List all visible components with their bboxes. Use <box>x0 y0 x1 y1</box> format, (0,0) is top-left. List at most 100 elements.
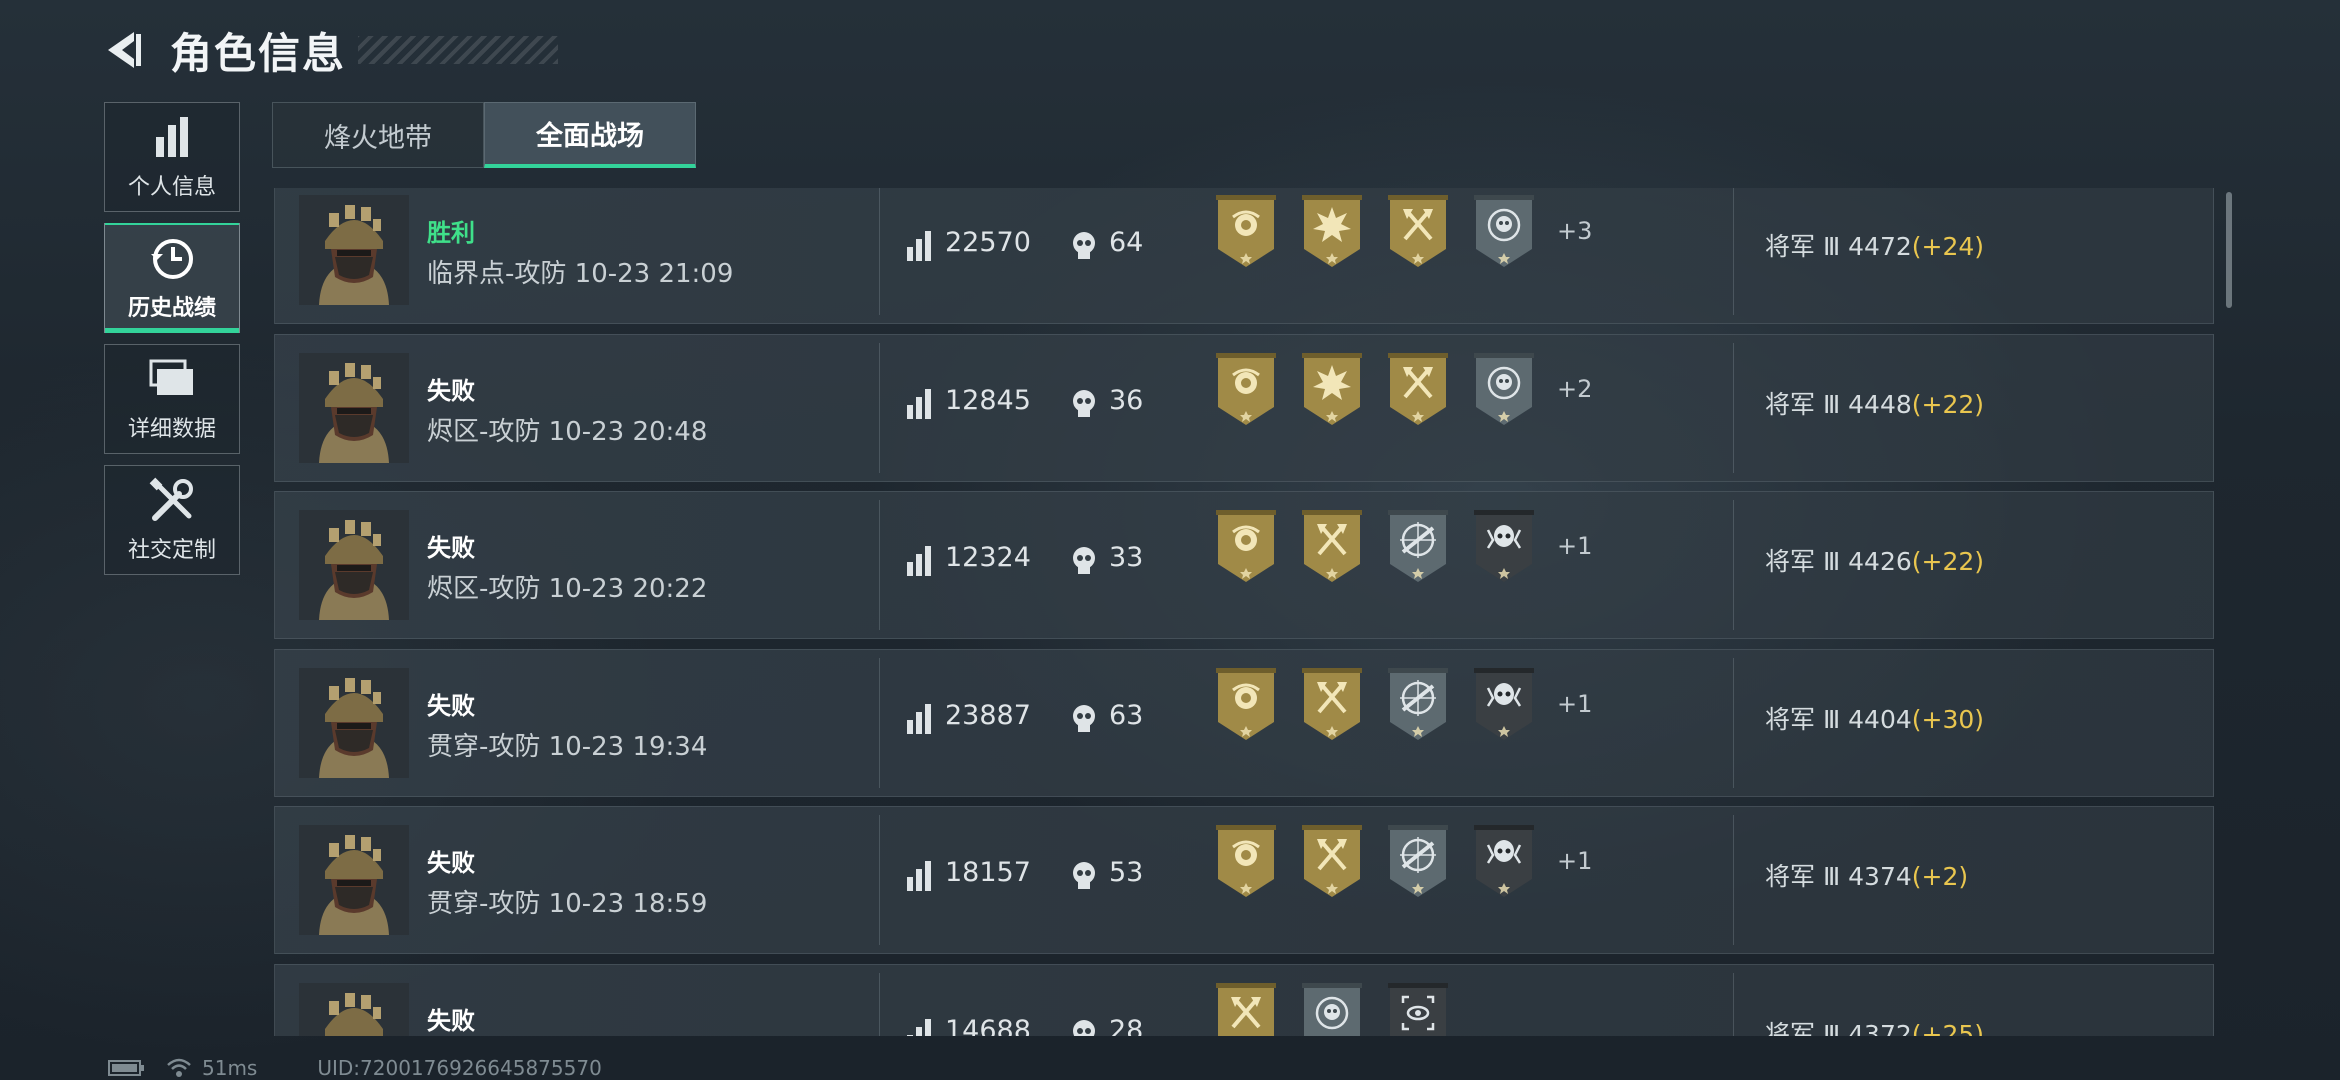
soldier-avatar <box>299 982 409 1036</box>
soldier-avatar <box>299 195 409 305</box>
silver-skull-target-badge[interactable] <box>1471 351 1537 427</box>
soldier-avatar <box>299 825 409 935</box>
match-score: 18157 <box>945 857 1031 888</box>
dark-skull-bolt-badge[interactable] <box>1471 508 1537 584</box>
rank-delta: (+25) <box>1911 1019 1985 1037</box>
sidebar-item-label: 详细数据 <box>127 417 216 442</box>
soldier-avatar <box>299 510 409 620</box>
dark-eye-scope-badge[interactable] <box>1385 981 1451 1037</box>
divider <box>879 188 880 315</box>
match-result: 失败 <box>427 691 475 720</box>
dark-skull-bolt-badge[interactable] <box>1471 823 1537 899</box>
rank-value: 将军 Ⅲ 4404 <box>1765 704 1912 734</box>
rank-value: 将军 Ⅲ 4372 <box>1765 1019 1912 1037</box>
score-bars-icon <box>907 861 931 891</box>
soldier-avatar <box>299 667 409 778</box>
silver-rifle-target-badge[interactable] <box>1385 666 1451 742</box>
divider <box>1733 657 1734 788</box>
match-badges: +1 <box>1213 508 1592 584</box>
silver-skull-target-badge[interactable] <box>1299 981 1365 1037</box>
more-badges-count[interactable]: +1 <box>1557 690 1592 718</box>
match-score: 22570 <box>945 227 1031 258</box>
silver-rifle-target-badge[interactable] <box>1385 823 1451 899</box>
gold-axes-badge[interactable] <box>1299 666 1365 742</box>
battery-icon <box>108 1060 144 1076</box>
score-bars-icon <box>907 546 931 576</box>
soldier-avatar <box>299 352 409 463</box>
more-badges-count[interactable]: +2 <box>1557 375 1592 403</box>
tools-icon <box>149 477 193 521</box>
divider <box>1733 972 1734 1036</box>
divider <box>879 500 880 630</box>
kills-skull-icon <box>1073 547 1095 574</box>
divider <box>1733 815 1734 945</box>
title-decoration <box>358 36 559 64</box>
score-bars-icon <box>907 231 931 261</box>
rank-delta: (+24) <box>1911 232 1985 261</box>
divider <box>879 815 880 945</box>
gold-axes-badge[interactable] <box>1385 193 1451 269</box>
kills-skull-icon <box>1073 232 1095 259</box>
rank-delta: (+22) <box>1911 547 1985 576</box>
wifi-icon <box>167 1058 191 1077</box>
more-badges-count[interactable]: +1 <box>1557 532 1592 560</box>
match-row[interactable]: 胜利 临界点-攻防 10-23 21:09 22570 64 +3 将军 Ⅲ 4472(+… <box>274 188 2214 324</box>
match-row[interactable]: 失败 烬区-攻防 10-23 20:22 12324 33 +1 将军 Ⅲ 4426(+2… <box>274 491 2214 639</box>
page-title: 角色信息 <box>170 28 347 78</box>
match-row[interactable]: 失败 贯穿-攻防 10-23 18:59 18157 53 +1 将军 Ⅲ 4374(+2… <box>274 806 2214 954</box>
match-history-list[interactable]: 胜利 临界点-攻防 10-23 21:09 22570 64 +3 将军 Ⅲ 4472(+… <box>272 188 2218 1036</box>
ping-value: 51ms <box>202 1056 258 1080</box>
rank-score: 将军 Ⅲ 4448(+22) <box>1765 385 1984 421</box>
gold-rose-badge[interactable] <box>1213 508 1279 584</box>
divider <box>1733 500 1734 630</box>
match-row[interactable]: 失败烬区-攻防 10-23 18:261468828将军 Ⅲ 4372(+25) <box>274 963 2214 1037</box>
match-row[interactable]: 失败 贯穿-攻防 10-23 19:34 23887 63 +1 将军 Ⅲ 4404(+3… <box>274 648 2214 797</box>
match-score: 23887 <box>945 699 1031 731</box>
gold-axes-badge[interactable] <box>1299 823 1365 899</box>
gold-axes-badge[interactable] <box>1385 351 1451 427</box>
gold-rose-badge[interactable] <box>1213 351 1279 427</box>
divider <box>1733 342 1734 473</box>
rank-delta: (+2) <box>1911 862 1969 891</box>
gold-rose-badge[interactable] <box>1213 823 1279 899</box>
dark-skull-bolt-badge[interactable] <box>1471 666 1537 742</box>
gold-rose-badge[interactable] <box>1213 666 1279 742</box>
gold-burst-badge[interactable] <box>1299 193 1365 269</box>
gold-axes-badge[interactable] <box>1299 508 1365 584</box>
match-result: 失败 <box>427 849 475 877</box>
match-result: 失败 <box>427 1006 475 1035</box>
sidebar-item-match-history[interactable]: 历史战绩 <box>104 223 240 333</box>
tab-full-battlefield[interactable]: 全面战场 <box>484 102 696 168</box>
rank-value: 将军 Ⅲ 4472 <box>1765 232 1912 261</box>
sidebar-item-personal-info[interactable]: 个人信息 <box>104 102 240 212</box>
sidebar-item-social-custom[interactable]: 社交定制 <box>104 465 240 575</box>
more-badges-count[interactable]: +1 <box>1557 847 1592 875</box>
match-badges: +3 <box>1213 193 1592 269</box>
match-kills: 64 <box>1109 227 1144 258</box>
match-map-time: 贯穿-攻防 10-23 19:34 <box>427 731 708 762</box>
back-arrow-icon[interactable] <box>100 28 144 72</box>
score-bars-icon <box>907 703 931 734</box>
divider <box>879 342 880 473</box>
silver-rifle-target-badge[interactable] <box>1385 508 1451 584</box>
silver-skull-target-badge[interactable] <box>1471 193 1537 269</box>
header: 角色信息 <box>100 20 559 80</box>
match-row[interactable]: 失败 烬区-攻防 10-23 20:48 12845 36 +2 将军 Ⅲ 4448(+2… <box>274 333 2214 482</box>
mode-tabs: 烽火地带 全面战场 <box>272 102 696 168</box>
scrollbar[interactable] <box>2226 192 2232 308</box>
match-badges: +1 <box>1213 823 1592 899</box>
gold-rose-badge[interactable] <box>1213 193 1279 269</box>
tab-hazard-zone[interactable]: 烽火地带 <box>272 102 484 168</box>
match-result: 失败 <box>427 534 475 562</box>
sidebar-item-label: 社交定制 <box>127 538 216 563</box>
status-footer: 51ms UID:7200176926645875570 <box>108 1056 602 1080</box>
match-kills: 36 <box>1109 384 1144 416</box>
more-badges-count[interactable]: +3 <box>1557 217 1592 245</box>
gold-burst-badge[interactable] <box>1299 351 1365 427</box>
kills-skull-icon <box>1073 704 1095 732</box>
sidebar-item-detailed-data[interactable]: 详细数据 <box>104 344 240 454</box>
divider <box>1733 188 1734 315</box>
rank-delta: (+30) <box>1911 704 1985 734</box>
gold-axes-badge[interactable] <box>1213 981 1279 1037</box>
match-kills: 28 <box>1109 1014 1144 1037</box>
